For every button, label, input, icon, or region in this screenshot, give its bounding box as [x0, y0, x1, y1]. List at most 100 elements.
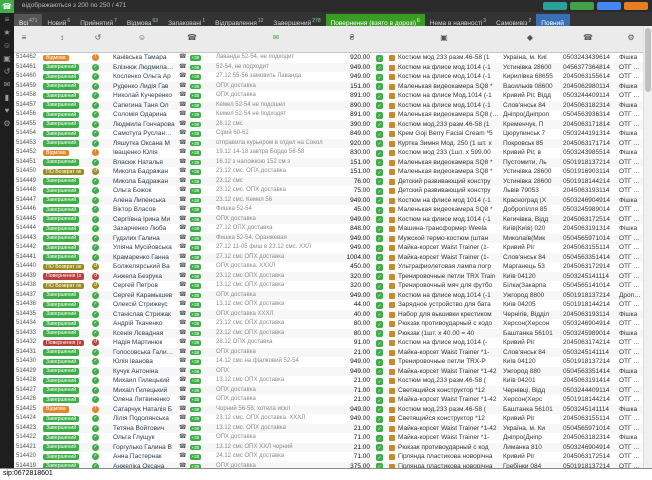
- tab-out-of-stock[interactable]: Нема в наявності3: [425, 14, 491, 26]
- phone-icon[interactable]: ☎: [187, 33, 197, 42]
- table-row[interactable]: 514446Завершений✓Віктор Власов☎+38Фишка …: [14, 205, 644, 215]
- phone-icon[interactable]: ☎: [179, 300, 188, 310]
- payment-icon[interactable]: ₴: [350, 33, 354, 42]
- table-row[interactable]: 514445Завершений✓Сергіївна Ірина Ми☎+38О…: [14, 215, 644, 225]
- phone-icon[interactable]: ☎: [179, 253, 188, 263]
- phone-icon[interactable]: ☎: [179, 433, 188, 443]
- phone-icon[interactable]: ☎: [179, 234, 188, 244]
- tab-new[interactable]: Новий6: [42, 14, 75, 26]
- product-icon[interactable]: ▣: [440, 33, 448, 42]
- phone-icon[interactable]: ☎: [179, 139, 188, 149]
- contact-phone-icon[interactable]: ☎: [583, 33, 593, 42]
- settings-icon[interactable]: ⚙: [0, 117, 14, 130]
- tab-all[interactable]: Всі471: [14, 14, 42, 26]
- table-row[interactable]: 514435Завершений✓Станіслав Стрижак☎+38ОП…: [14, 310, 644, 320]
- phone-icon[interactable]: ☎: [179, 414, 188, 424]
- table-row[interactable]: 514452Відмова!Іващенко Юлія☎+3819.12 14-…: [14, 148, 644, 158]
- table-row[interactable]: 514427Завершений✓Михаіл Гилецький☎+38ОПХ…: [14, 386, 644, 396]
- table-row[interactable]: 514432Повернення (з↺Надія Мартинюк☎+3828…: [14, 338, 644, 348]
- table-row[interactable]: 514425Відмова!Сатарчук Наталія Б☎+38Чорн…: [14, 405, 644, 415]
- tab-refused[interactable]: Відмова63: [122, 14, 163, 26]
- tab-full[interactable]: Повний: [536, 14, 570, 26]
- tab-returned-transit[interactable]: Повернення (взято в дорозі)6: [326, 14, 425, 26]
- phone-icon[interactable]: ☎: [179, 310, 188, 320]
- table-row[interactable]: 514423Завершений✓Тетяна Войтович☎+3813.1…: [14, 424, 644, 434]
- phone-icon[interactable]: ☎: [179, 53, 188, 63]
- phone-icon[interactable]: ☎: [179, 120, 188, 130]
- table-row[interactable]: 514444Завершений✓Захарченко Люба☎+3827.1…: [14, 224, 644, 234]
- table-row[interactable]: 514447Завершений✓Алена Липенська☎+3823.1…: [14, 196, 644, 206]
- refresh-icon[interactable]: ↺: [95, 33, 102, 42]
- phone-icon[interactable]: ☎: [179, 205, 188, 215]
- phone-icon[interactable]: ☎: [179, 281, 188, 291]
- table-row[interactable]: 514428Завершений✓Михаил Гилецький☎+3813.…: [14, 376, 644, 386]
- star-icon[interactable]: ★: [0, 26, 14, 39]
- phone-icon[interactable]: ☎: [179, 329, 188, 339]
- menu-icon[interactable]: ≡: [0, 13, 14, 26]
- favorites-icon[interactable]: ♥: [0, 104, 14, 117]
- phone-icon[interactable]: ☎: [0, 0, 14, 13]
- phone-icon[interactable]: ☎: [179, 405, 188, 415]
- table-row[interactable]: 514458Завершений✓Николай Кучеренко☎+38ОП…: [14, 91, 644, 101]
- mail-icon[interactable]: ✉: [0, 78, 14, 91]
- vertical-scrollbar[interactable]: [643, 26, 652, 469]
- table-row[interactable]: 514438ПО Возврат ок↺Сергей Петров☎+3813.…: [14, 281, 644, 291]
- table-row[interactable]: 514454Завершений✓Самотуга Руслана Во☎+38…: [14, 129, 644, 139]
- phone-icon[interactable]: ☎: [179, 101, 188, 111]
- tab-pickup[interactable]: Самовивіз2: [491, 14, 536, 26]
- table-row[interactable]: 514436Завершений✓Олексій Стрижеус☎+3813.…: [14, 300, 644, 310]
- scrollbar-thumb[interactable]: [645, 28, 651, 92]
- phone-icon[interactable]: ☎: [179, 63, 188, 73]
- table-row[interactable]: 514441Завершений✓Крамаренко Ганна☎+3827.…: [14, 253, 644, 263]
- table-row[interactable]: 514450ПО Возврат ок↺Микола Бадражан☎+382…: [14, 167, 644, 177]
- table-row[interactable]: 514460Завершений✓Косленко Ольга Ар☎+3827…: [14, 72, 644, 82]
- phone-icon[interactable]: ☎: [179, 72, 188, 82]
- tab-shipped[interactable]: Відправлення12: [210, 14, 268, 26]
- orders-icon[interactable]: ▣: [0, 52, 14, 65]
- tab-completed[interactable]: Завершений278: [268, 14, 325, 26]
- phone-icon[interactable]: ☎: [179, 110, 188, 120]
- settings-icon[interactable]: ⚙: [627, 33, 634, 42]
- phone-icon[interactable]: ☎: [179, 186, 188, 196]
- comments-icon[interactable]: ✉: [273, 33, 280, 42]
- refresh-icon[interactable]: ↺: [0, 65, 14, 78]
- phone-icon[interactable]: ☎: [179, 338, 188, 348]
- phone-icon[interactable]: ☎: [179, 215, 188, 225]
- phone-icon[interactable]: ☎: [179, 148, 188, 158]
- topbar-chip-green[interactable]: [570, 2, 594, 10]
- phone-icon[interactable]: ☎: [179, 158, 188, 168]
- phone-icon[interactable]: ☎: [179, 452, 188, 462]
- table-row[interactable]: 514443Завершений✓Гудзлих Галина☎+38Фишка…: [14, 234, 644, 244]
- table-row[interactable]: 514434Завершений✓Андрій Ткаченко☎+3823.1…: [14, 319, 644, 329]
- phone-icon[interactable]: ☎: [179, 319, 188, 329]
- phone-icon[interactable]: ☎: [179, 348, 188, 358]
- topbar-chip-teal[interactable]: [543, 2, 567, 10]
- table-row[interactable]: 514459Завершений✓Руденко Лидія Гав☎+38ОП…: [14, 82, 644, 92]
- table-row[interactable]: 514437Завершений✓Сергей Карамышев☎+38ОПХ…: [14, 291, 644, 301]
- table-row[interactable]: 514453Завершений✓Ляшутка Оксана М☎+38отп…: [14, 139, 644, 149]
- table-row[interactable]: 514451Завершений✓Власюк Наталья☎+3816.12…: [14, 158, 644, 168]
- delivery-icon[interactable]: ◆: [527, 33, 533, 42]
- table-row[interactable]: 514431Завершений✓Голосовська Галина В☎+3…: [14, 348, 644, 358]
- phone-icon[interactable]: ☎: [179, 424, 188, 434]
- phone-icon[interactable]: ☎: [179, 129, 188, 139]
- phone-icon[interactable]: ☎: [179, 272, 188, 282]
- phone-icon[interactable]: ☎: [179, 262, 188, 272]
- phone-icon[interactable]: ☎: [179, 177, 188, 187]
- status-sort-icon[interactable]: ↕: [60, 33, 64, 42]
- table-row[interactable]: 514462Відмова!Канівська Тамара☎+38Лаванд…: [14, 53, 644, 63]
- phone-icon[interactable]: ☎: [179, 395, 188, 405]
- phone-icon[interactable]: ☎: [179, 82, 188, 92]
- phone-icon[interactable]: ☎: [179, 376, 188, 386]
- customer-icon[interactable]: ☺: [138, 33, 146, 42]
- table-row[interactable]: 514422Завершений✓Ольга Глущук☎+38ОПХ дос…: [14, 433, 644, 443]
- row-menu-icon[interactable]: ≡: [22, 33, 27, 42]
- stats-icon[interactable]: ▮: [0, 91, 14, 104]
- phone-icon[interactable]: ☎: [179, 167, 188, 177]
- table-row[interactable]: 514449Завершений✓Микола Бадражан☎+3823.1…: [14, 177, 644, 187]
- table-row[interactable]: 514439Повернення (з↺Анжела Безрука☎+3823…: [14, 272, 644, 282]
- table-row[interactable]: 514421Завершений✓Горгулько Галина В☎+381…: [14, 443, 644, 453]
- phone-icon[interactable]: ☎: [179, 291, 188, 301]
- table-row[interactable]: 514420Завершений✓Анна Пастернак☎+3824.12…: [14, 452, 644, 462]
- table-row[interactable]: 514457Завершений✓Сапегина Таня Ол☎+38Кем…: [14, 101, 644, 111]
